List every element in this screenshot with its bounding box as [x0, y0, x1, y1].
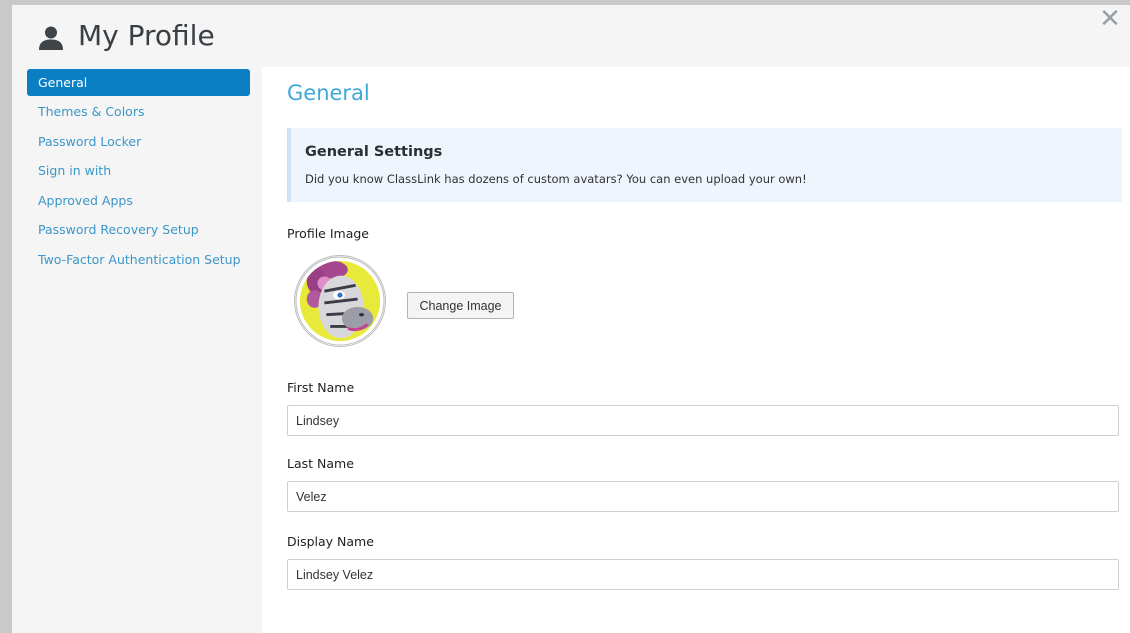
profile-modal: My Profile ✕ General Themes & Colors Pas… [12, 5, 1130, 633]
general-settings-info: General Settings Did you know ClassLink … [287, 128, 1122, 202]
change-image-button[interactable]: Change Image [407, 292, 514, 319]
profile-image-label: Profile Image [287, 226, 369, 241]
sidebar-item-password-locker[interactable]: Password Locker [27, 128, 250, 158]
info-title: General Settings [305, 144, 443, 160]
user-icon [39, 26, 63, 50]
sidebar-item-themes-colors[interactable]: Themes & Colors [27, 98, 250, 128]
close-icon[interactable]: ✕ [1098, 6, 1122, 32]
last-name-label: Last Name [287, 456, 354, 471]
display-name-field[interactable] [287, 559, 1119, 590]
sidebar-item-sign-in-with[interactable]: Sign in with [27, 157, 250, 187]
last-name-field[interactable] [287, 481, 1119, 512]
sidebar-nav: General Themes & Colors Password Locker … [27, 69, 250, 275]
sidebar: General Themes & Colors Password Locker … [12, 67, 262, 633]
sidebar-item-password-recovery-setup[interactable]: Password Recovery Setup [27, 216, 250, 246]
zebra-avatar-icon[interactable] [294, 255, 386, 347]
info-text: Did you know ClassLink has dozens of cus… [305, 172, 807, 186]
sidebar-item-two-factor-setup[interactable]: Two-Factor Authentication Setup [27, 246, 250, 276]
first-name-field[interactable] [287, 405, 1119, 436]
sidebar-item-general[interactable]: General [27, 69, 250, 96]
page-title: My Profile [78, 19, 215, 52]
first-name-label: First Name [287, 380, 355, 395]
modal-header: My Profile ✕ [12, 5, 1130, 67]
display-name-label: Display Name [287, 534, 374, 549]
sidebar-item-approved-apps[interactable]: Approved Apps [27, 187, 250, 217]
section-title: General [287, 81, 370, 105]
